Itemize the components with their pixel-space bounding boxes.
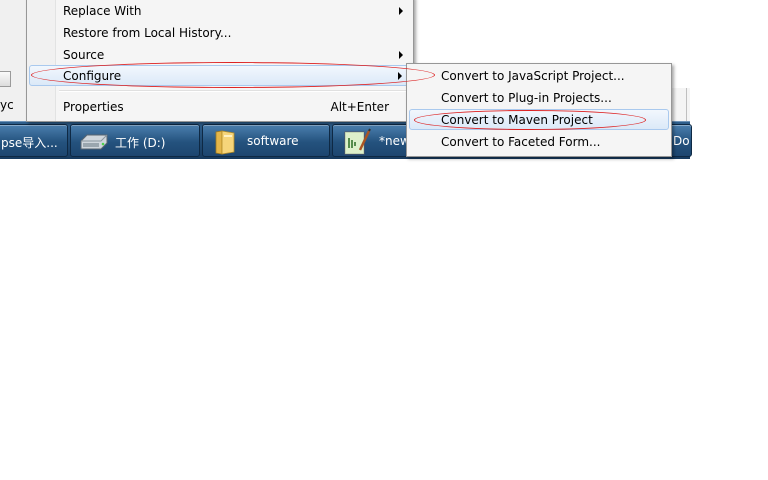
taskbar-button-label: software [247,134,299,148]
menu-item-source[interactable]: Source [29,44,411,65]
configure-submenu: Convert to JavaScript Project... Convert… [406,63,672,157]
menu-item-replace-with[interactable]: Replace With [29,0,411,21]
menu-item-convert-faceted[interactable]: Convert to Faceted Form... [409,131,669,152]
menu-item-properties[interactable]: Properties Alt+Enter [29,96,411,117]
menu-item-label: Source [63,48,105,62]
taskbar-button-eclipse-import[interactable]: pse导入... [0,124,68,157]
submenu-arrow-icon [398,72,402,80]
menu-item-label: Convert to Faceted Form... [441,135,601,149]
menu-item-label: Properties [63,100,124,114]
menu-item-convert-plugin[interactable]: Convert to Plug-in Projects... [409,87,669,108]
menu-item-label: Replace With [63,4,142,18]
menu-item-label: Convert to JavaScript Project... [441,69,625,83]
background-divider [686,88,687,122]
clipped-tree-label: yc [0,98,14,112]
notepad-plus-plus-icon [344,128,371,155]
scrollbar-stub[interactable] [0,71,11,87]
submenu-arrow-icon [399,51,403,59]
taskbar-button-label: Do [673,134,690,148]
menu-item-restore-local-history[interactable]: Restore from Local History... [29,22,411,43]
taskbar-button-label: pse导入... [1,136,58,150]
menu-item-label: Convert to Maven Project [441,113,593,127]
folder-icon [215,130,235,155]
menu-separator [59,90,409,92]
taskbar-button-label: 工作 (D:) [115,136,166,150]
menu-item-label: Restore from Local History... [63,26,232,40]
menu-item-configure[interactable]: Configure [29,65,411,86]
taskbar-button-software-folder[interactable]: software [202,124,330,157]
drive-icon [80,134,108,150]
taskbar-button-drive-d[interactable]: 工作 (D:) [70,124,200,157]
taskbar-button-notepad-plus-plus[interactable]: *new [332,124,412,157]
menu-item-label: Configure [63,69,122,83]
menu-item-convert-javascript[interactable]: Convert to JavaScript Project... [409,65,669,86]
menu-item-shortcut: Alt+Enter [330,100,389,114]
menu-item-convert-maven[interactable]: Convert to Maven Project [409,109,669,130]
submenu-arrow-icon [399,7,403,15]
context-menu: Replace With Restore from Local History.… [26,0,414,122]
menu-item-label: Convert to Plug-in Projects... [441,91,612,105]
